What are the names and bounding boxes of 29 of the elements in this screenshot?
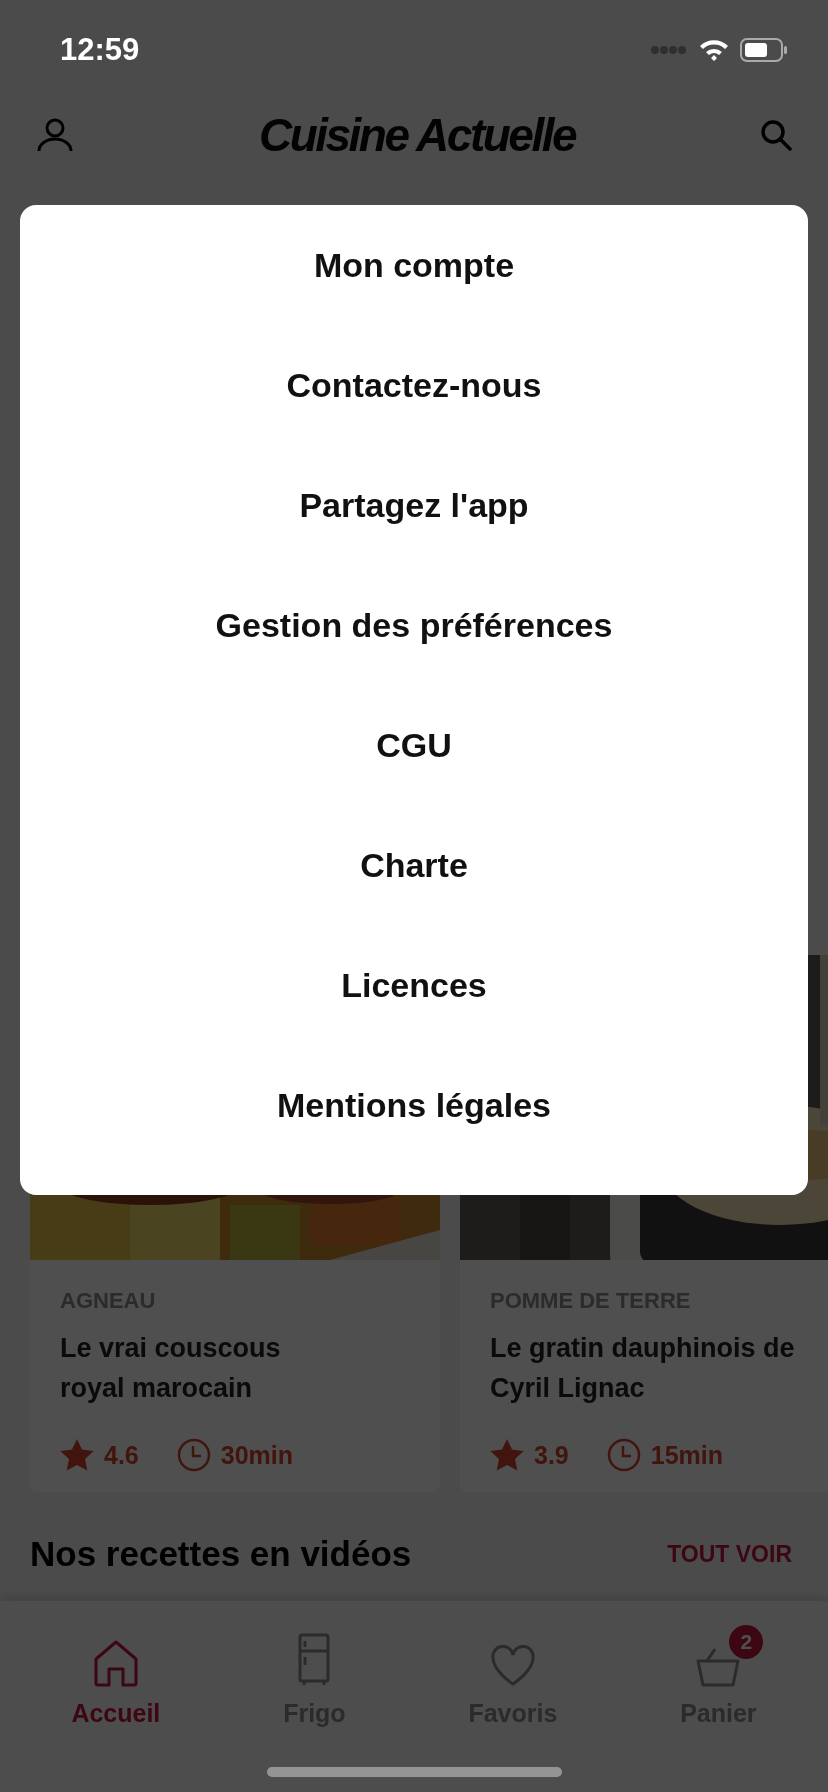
star-icon (60, 1439, 94, 1471)
menu-item[interactable]: Contactez-nous (266, 325, 562, 445)
menu-item[interactable]: Gestion des préférences (195, 565, 633, 685)
star-icon (490, 1439, 524, 1471)
clock-icon (606, 1438, 641, 1472)
recipe-title: Le vrai couscous royal marocain (60, 1332, 282, 1405)
profile-icon[interactable] (36, 117, 74, 153)
battery-icon (740, 37, 788, 63)
menu-item[interactable]: CGU (356, 685, 472, 805)
wifi-icon (698, 38, 730, 62)
signal-icon (650, 45, 688, 55)
fridge-icon (298, 1633, 331, 1687)
clock-icon (176, 1438, 211, 1472)
recipe-rating: 4.6 (104, 1440, 139, 1470)
house-icon (92, 1639, 139, 1687)
menu-item[interactable]: Mon compte (293, 205, 535, 325)
recipe-duration: 15min (650, 1440, 724, 1470)
basket-icon (695, 1647, 742, 1687)
section-title: Nos recettes en vidéos (30, 1534, 412, 1574)
recipe-title: Le gratin dauphinois de Cyril Lignac (490, 1332, 796, 1405)
logo: Cuisine Actuelle (258, 108, 576, 162)
recipe-rating: 3.9 (534, 1440, 569, 1470)
recipe-duration: 30min (220, 1440, 294, 1470)
menu-item[interactable]: Partagez l'app (279, 445, 549, 565)
heart-icon (489, 1645, 536, 1687)
search-icon[interactable] (760, 119, 792, 151)
menu-item[interactable]: Charte (340, 805, 488, 925)
status-time: 12:59 (60, 32, 140, 68)
cart-count-badge: 2 (729, 1625, 764, 1659)
